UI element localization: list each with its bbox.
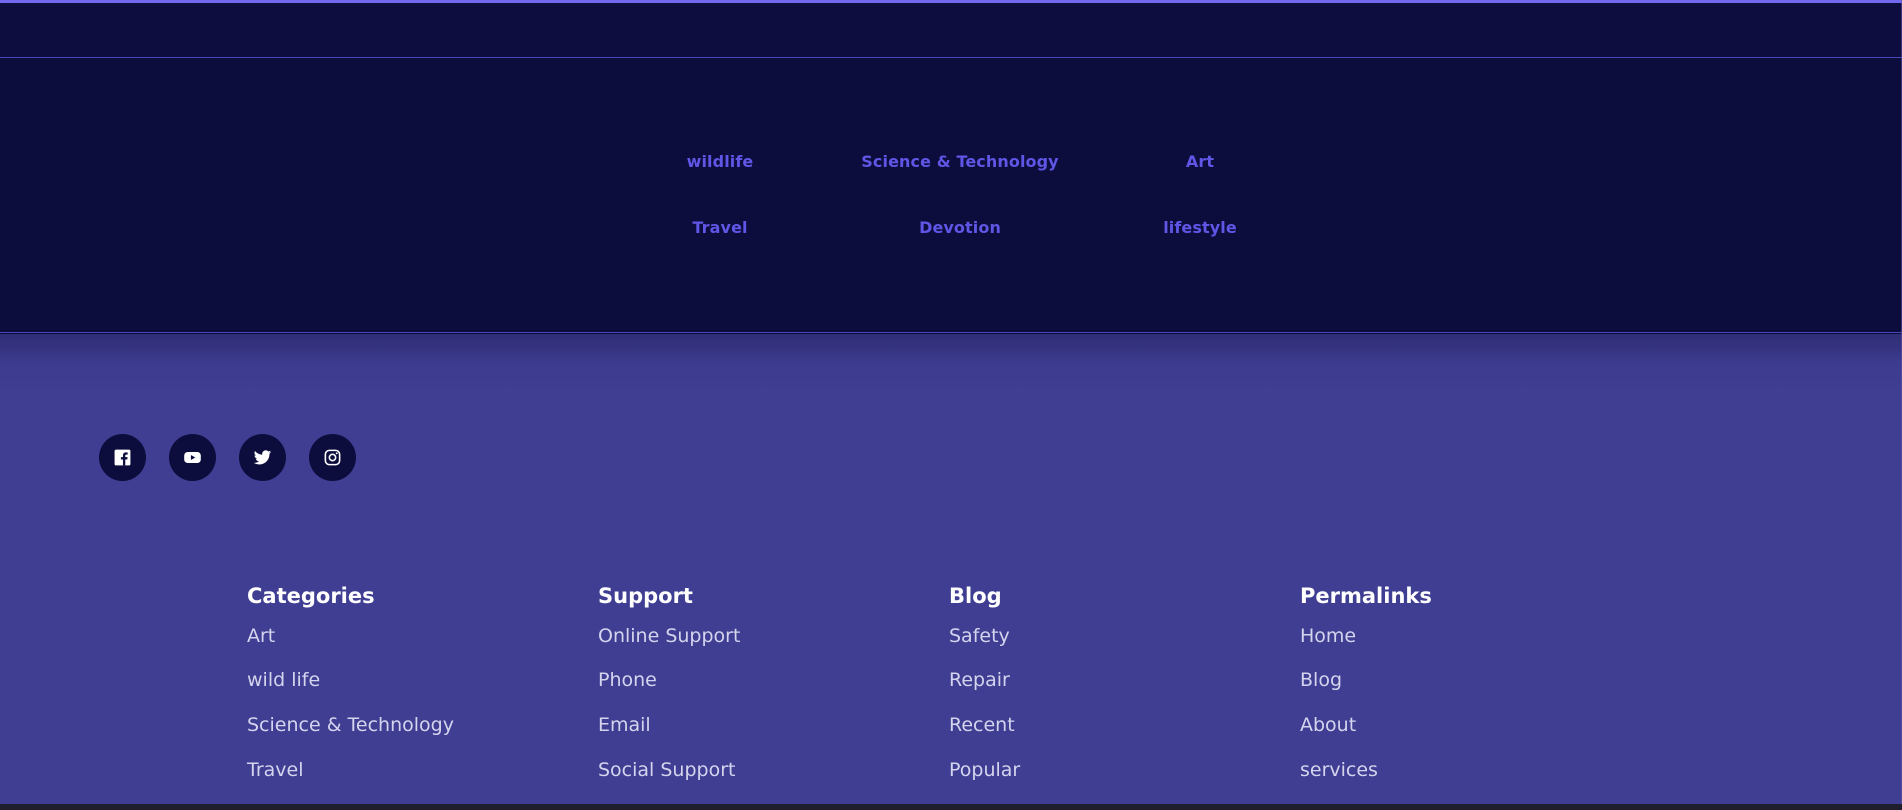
column-title: Categories <box>247 584 375 608</box>
footer-link[interactable]: Email <box>598 712 651 738</box>
tag-devotion[interactable]: Devotion <box>840 218 1080 237</box>
column-title: Permalinks <box>1300 584 1432 608</box>
footer-link[interactable]: Blog <box>1300 667 1342 693</box>
footer-column-permalinks: Permalinks Home Blog About services <box>1300 582 1630 781</box>
footer-link[interactable]: Popular <box>949 757 1020 783</box>
twitter-icon[interactable] <box>239 434 286 481</box>
tag-wildlife[interactable]: wildlife <box>600 152 840 171</box>
footer-link[interactable]: Home <box>1300 623 1356 649</box>
tag-science-technology[interactable]: Science & Technology <box>840 152 1080 171</box>
site-footer: Categories Art wild life Science & Techn… <box>0 334 1902 804</box>
footer-column-blog: Blog Safety Repair Recent Popular <box>949 582 1279 781</box>
footer-link[interactable]: Science & Technology <box>247 712 454 738</box>
column-title: Support <box>598 584 693 608</box>
footer-link[interactable]: Repair <box>949 667 1010 693</box>
tag-travel[interactable]: Travel <box>600 218 840 237</box>
footer-link[interactable]: wild life <box>247 667 320 693</box>
instagram-icon[interactable] <box>309 434 356 481</box>
footer-link[interactable]: About <box>1300 712 1356 738</box>
bottom-bar <box>0 804 1902 810</box>
footer-column-support: Support Online Support Phone Email Socia… <box>598 582 928 781</box>
footer-link[interactable]: Phone <box>598 667 657 693</box>
tag-art[interactable]: Art <box>1080 152 1320 171</box>
facebook-icon[interactable] <box>99 434 146 481</box>
top-band <box>0 3 1902 58</box>
footer-column-categories: Categories Art wild life Science & Techn… <box>247 582 577 781</box>
footer-link[interactable]: services <box>1300 757 1378 783</box>
youtube-icon[interactable] <box>169 434 216 481</box>
footer-link[interactable]: Online Support <box>598 623 740 649</box>
footer-link[interactable]: Recent <box>949 712 1015 738</box>
footer-link[interactable]: Social Support <box>598 757 735 783</box>
tag-cloud-section: wildlife Science & Technology Art Travel… <box>0 59 1902 333</box>
footer-link[interactable]: Art <box>247 623 275 649</box>
column-title: Blog <box>949 584 1002 608</box>
footer-link[interactable]: Safety <box>949 623 1010 649</box>
footer-link[interactable]: Travel <box>247 757 303 783</box>
tag-lifestyle[interactable]: lifestyle <box>1080 218 1320 237</box>
